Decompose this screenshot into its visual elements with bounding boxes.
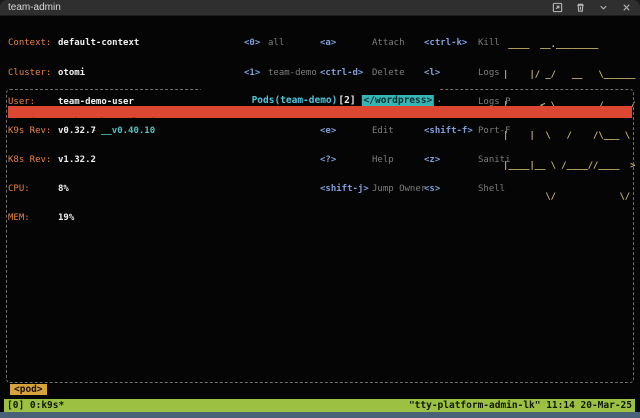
shortcut-logs: <l>Logs xyxy=(424,69,511,79)
close-icon[interactable] xyxy=(621,2,632,13)
popout-icon[interactable] xyxy=(552,2,563,13)
table-row-wordpress-mysql[interactable]: wordpress-mysql-0 _ 2/2 Running 0 11 569… xyxy=(8,119,632,131)
window-title: team-admin xyxy=(8,2,61,13)
title-bar: team-admin xyxy=(0,0,640,16)
window-controls xyxy=(552,2,632,13)
trash-icon[interactable] xyxy=(575,2,586,13)
breadcrumb-pod[interactable]: <pod> xyxy=(10,384,47,395)
ns-all: <0>all xyxy=(244,39,317,49)
shortcut-kill: <ctrl-k>Kill xyxy=(424,39,511,49)
terminal-screen[interactable]: Context:default-context Cluster:otomi Us… xyxy=(0,17,640,418)
info-context: Context:default-context xyxy=(8,39,155,49)
tmux-status-bar: [0] 0:k9s* "tty-platform-admin-lk" 11:14… xyxy=(4,399,635,412)
chevron-down-icon[interactable] xyxy=(598,2,609,13)
pods-table: Pods(team-demo)[2]</wordpress> NAME_ PF … xyxy=(6,89,634,383)
shortcut-delete: <ctrl-d>Delete xyxy=(320,69,426,79)
ns-team-demo: <1>team-demo xyxy=(244,69,317,79)
tmux-host-clock: "tty-platform-admin-lk" 11:14 20-Mar-25 xyxy=(409,399,632,412)
table-row-selected-wordpress[interactable]: wordpress-5b45cf988-ql8zf 1/2 CrashLoopB… xyxy=(8,106,632,118)
terminal-window: team-admin Context:default-context Clust… xyxy=(0,0,640,418)
tmux-session-windows[interactable]: [0] 0:k9s* xyxy=(7,399,64,412)
shortcut-attach: <a>Attach xyxy=(320,39,426,49)
info-cluster: Cluster:otomi xyxy=(8,69,155,79)
window-bottom-edge xyxy=(0,412,640,418)
